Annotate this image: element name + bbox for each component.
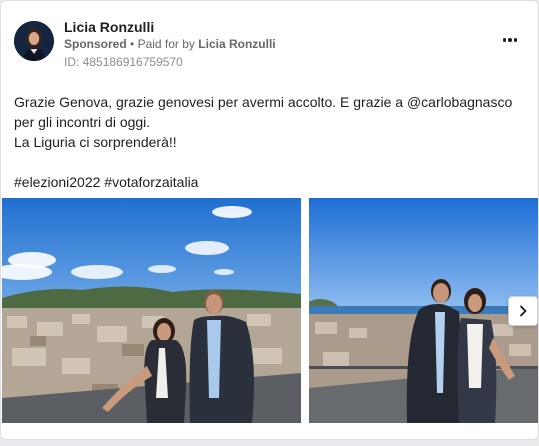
separator-dot: •: [130, 37, 135, 51]
page-name[interactable]: Licia Ronzulli: [64, 19, 154, 35]
post-text: Grazie Genova, grazie genovesi per averm…: [14, 92, 529, 192]
carousel-next-button[interactable]: [508, 296, 538, 326]
post-hashtags[interactable]: #elezioni2022 #votaforzaitalia: [14, 172, 529, 192]
more-options-button[interactable]: [498, 31, 522, 49]
photo-genova-rooftop-1[interactable]: [2, 198, 301, 423]
avatar-portrait-icon: [14, 21, 54, 61]
media-carousel: [1, 198, 538, 423]
more-horizontal-icon: [508, 38, 512, 42]
sponsored-line: Sponsored • Paid for by Licia Ronzulli: [64, 37, 276, 52]
chevron-right-icon: [520, 305, 527, 317]
ad-card: Licia Ronzulli Sponsored • Paid for by L…: [0, 0, 539, 440]
sponsored-label: Sponsored: [64, 37, 127, 51]
paid-for-prefix: Paid for by: [137, 37, 195, 51]
post-text-line: Grazie Genova, grazie genovesi per averm…: [14, 94, 513, 130]
more-horizontal-icon: [513, 38, 518, 42]
avatar[interactable]: [14, 21, 54, 61]
post-header: Licia Ronzulli Sponsored • Paid for by L…: [14, 19, 526, 69]
ad-id: ID: 485186916759570: [64, 55, 183, 69]
photo-genova-rooftop-2[interactable]: [309, 198, 538, 423]
paid-for-by-name[interactable]: Licia Ronzulli: [198, 37, 275, 51]
more-horizontal-icon: [502, 38, 507, 42]
post-text-line: La Liguria ci sorprenderà!!: [14, 134, 177, 150]
